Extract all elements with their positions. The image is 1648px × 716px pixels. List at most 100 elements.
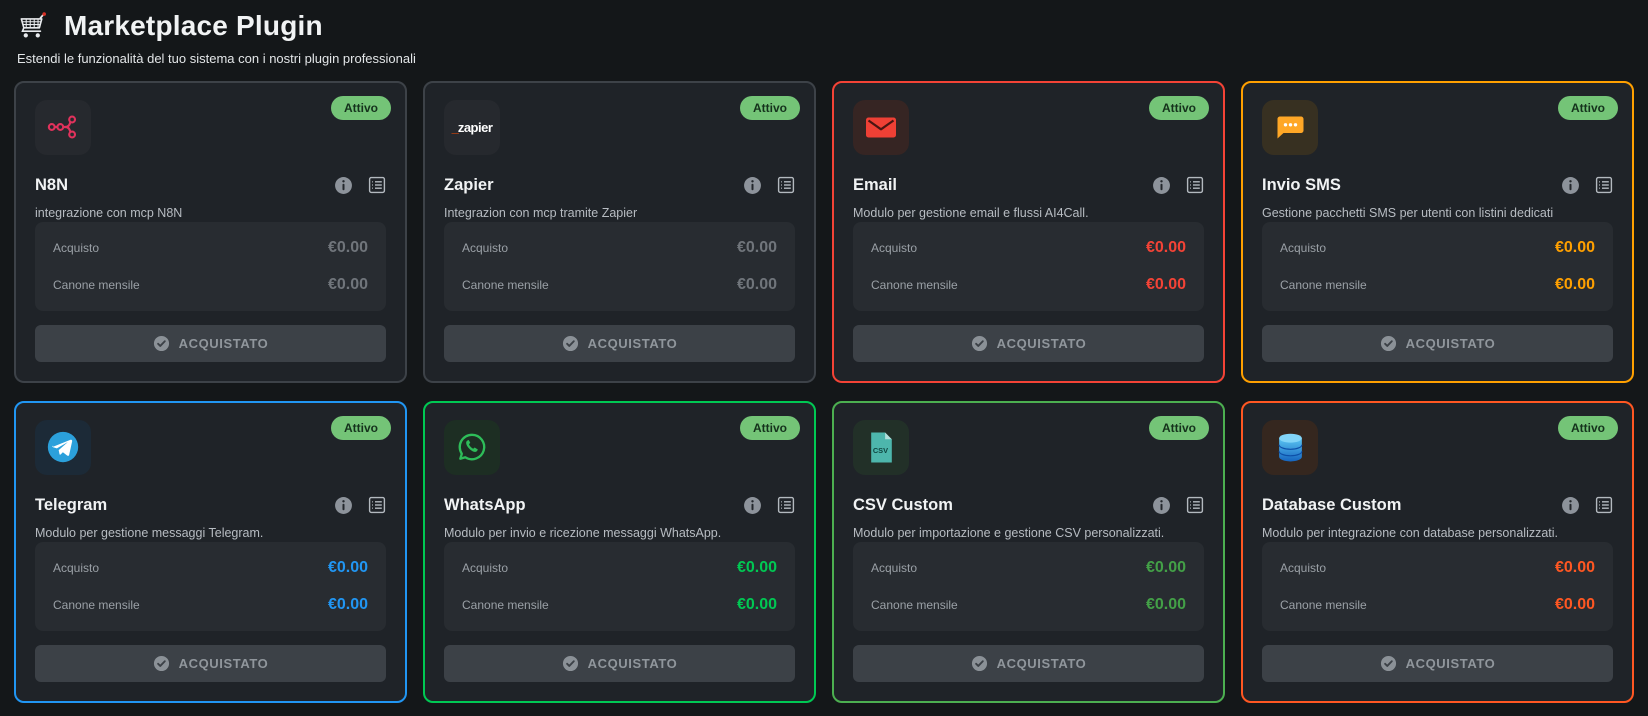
plugin-card: Attivo Email Modulo per gestione email e… <box>832 81 1225 383</box>
monthly-price-row: Canone mensile €0.00 <box>1280 276 1595 294</box>
acquistato-button-label: ACQUISTATO <box>587 655 678 671</box>
acquistato-button-label: ACQUISTATO <box>996 335 1087 351</box>
plugin-title: Database Custom <box>1262 495 1402 514</box>
purchase-price-row: Acquisto €0.00 <box>53 239 368 257</box>
check-circle-icon <box>562 335 579 352</box>
plugin-description: Modulo per invio e ricezione messaggi Wh… <box>444 525 722 540</box>
purchase-price-value: €0.00 <box>1145 238 1186 256</box>
info-icon[interactable] <box>334 176 353 195</box>
monthly-price-row: Canone mensile €0.00 <box>871 276 1186 294</box>
purchase-price-row: Acquisto €0.00 <box>1280 239 1595 257</box>
page-header: Marketplace Plugin <box>14 10 1634 42</box>
monthly-price-value: €0.00 <box>1554 595 1595 613</box>
purchase-price-row: Acquisto €0.00 <box>462 239 777 257</box>
details-list-icon[interactable] <box>1186 176 1204 194</box>
purchase-price-row: Acquisto €0.00 <box>871 239 1186 257</box>
purchase-price-value: €0.00 <box>736 238 777 256</box>
plugin-description: Modulo per gestione messaggi Telegram. <box>35 525 264 540</box>
details-list-icon[interactable] <box>368 176 386 194</box>
purchase-price-label: Acquisto <box>1280 240 1327 255</box>
plugin-card: Attivo _ zapier Zapier Integrazion con mc… <box>423 81 816 383</box>
acquistato-button-label: ACQUISTATO <box>587 335 678 351</box>
purchase-price-label: Acquisto <box>462 240 509 255</box>
plugin-title: CSV Custom <box>853 495 953 514</box>
details-list-icon[interactable] <box>1186 496 1204 514</box>
monthly-price-value: €0.00 <box>327 595 368 613</box>
acquistato-button[interactable]: ACQUISTATO <box>853 324 1204 362</box>
acquistato-button-label: ACQUISTATO <box>178 655 269 671</box>
purchase-price-row: Acquisto €0.00 <box>53 559 368 577</box>
monthly-price-label: Canone mensile <box>871 597 958 612</box>
monthly-price-label: Canone mensile <box>1280 277 1367 292</box>
purchase-price-label: Acquisto <box>871 560 918 575</box>
info-icon[interactable] <box>743 496 762 515</box>
purchase-price-row: Acquisto €0.00 <box>1280 559 1595 577</box>
info-icon[interactable] <box>1152 176 1171 195</box>
monthly-price-row: Canone mensile €0.00 <box>871 596 1186 614</box>
purchase-price-value: €0.00 <box>1145 558 1186 576</box>
status-badge: Attivo <box>331 416 391 440</box>
monthly-price-row: Canone mensile €0.00 <box>462 596 777 614</box>
status-badge: Attivo <box>740 96 800 120</box>
page-title: Marketplace Plugin <box>64 10 323 41</box>
price-box: Acquisto €0.00 Canone mensile €0.00 <box>35 541 386 631</box>
acquistato-button[interactable]: ACQUISTATO <box>1262 324 1613 362</box>
plugin-card: Attivo Invio SMS Gestione pacchetti SMS … <box>1241 81 1634 383</box>
check-circle-icon <box>1380 655 1397 672</box>
acquistato-button-label: ACQUISTATO <box>996 655 1087 671</box>
details-list-icon[interactable] <box>368 496 386 514</box>
check-circle-icon <box>971 335 988 352</box>
plugin-description: Integrazion con mcp tramite Zapier <box>444 205 638 220</box>
page-subtitle: Estendi le funzionalità del tuo sistema … <box>17 51 416 66</box>
shopping-cart-icon <box>16 11 50 41</box>
plugin-title: Zapier <box>444 175 494 194</box>
plugin-card: Attivo CSV CSV Custom Modulo per importa… <box>832 401 1225 703</box>
info-icon[interactable] <box>1152 496 1171 515</box>
details-list-icon[interactable] <box>777 496 795 514</box>
monthly-price-row: Canone mensile €0.00 <box>53 596 368 614</box>
monthly-price-label: Canone mensile <box>53 277 140 292</box>
details-list-icon[interactable] <box>777 176 795 194</box>
monthly-price-label: Canone mensile <box>462 597 549 612</box>
price-box: Acquisto €0.00 Canone mensile €0.00 <box>444 541 795 631</box>
purchase-price-label: Acquisto <box>53 240 100 255</box>
status-badge: Attivo <box>1558 416 1618 440</box>
plugin-grid: Attivo N8N integrazione con mcp N8N Acqu… <box>14 81 1634 703</box>
purchase-price-value: €0.00 <box>1554 238 1595 256</box>
monthly-price-label: Canone mensile <box>53 597 140 612</box>
status-badge: Attivo <box>1558 96 1618 120</box>
acquistato-button[interactable]: ACQUISTATO <box>1262 644 1613 682</box>
acquistato-button[interactable]: ACQUISTATO <box>444 324 795 362</box>
check-circle-icon <box>971 655 988 672</box>
plugin-card: Attivo Telegram Modulo per gestione mess… <box>14 401 407 703</box>
database-icon <box>1262 420 1318 475</box>
info-icon[interactable] <box>743 176 762 195</box>
plugin-description: Gestione pacchetti SMS per utenti con li… <box>1262 205 1554 220</box>
price-box: Acquisto €0.00 Canone mensile €0.00 <box>853 221 1204 311</box>
plugin-title: Invio SMS <box>1262 175 1341 194</box>
monthly-price-label: Canone mensile <box>1280 597 1367 612</box>
plugin-title: Email <box>853 175 898 194</box>
sms-icon <box>1262 100 1318 155</box>
check-circle-icon <box>153 335 170 352</box>
acquistato-button[interactable]: ACQUISTATO <box>35 324 386 362</box>
acquistato-button-label: ACQUISTATO <box>178 335 269 351</box>
details-list-icon[interactable] <box>1595 176 1613 194</box>
purchase-price-row: Acquisto €0.00 <box>462 559 777 577</box>
monthly-price-row: Canone mensile €0.00 <box>53 276 368 294</box>
details-list-icon[interactable] <box>1595 496 1613 514</box>
purchase-price-value: €0.00 <box>736 558 777 576</box>
info-icon[interactable] <box>1561 496 1580 515</box>
acquistato-button[interactable]: ACQUISTATO <box>444 644 795 682</box>
acquistato-button-label: ACQUISTATO <box>1405 655 1496 671</box>
purchase-price-label: Acquisto <box>871 240 918 255</box>
marketplace-page: Marketplace Plugin Estendi le funzionali… <box>0 0 1648 716</box>
plugin-title: N8N <box>35 175 69 194</box>
acquistato-button[interactable]: ACQUISTATO <box>853 644 1204 682</box>
monthly-price-value: €0.00 <box>736 275 777 293</box>
info-icon[interactable] <box>334 496 353 515</box>
plugin-description: Modulo per integrazione con database per… <box>1262 525 1559 540</box>
status-badge: Attivo <box>740 416 800 440</box>
info-icon[interactable] <box>1561 176 1580 195</box>
acquistato-button[interactable]: ACQUISTATO <box>35 644 386 682</box>
